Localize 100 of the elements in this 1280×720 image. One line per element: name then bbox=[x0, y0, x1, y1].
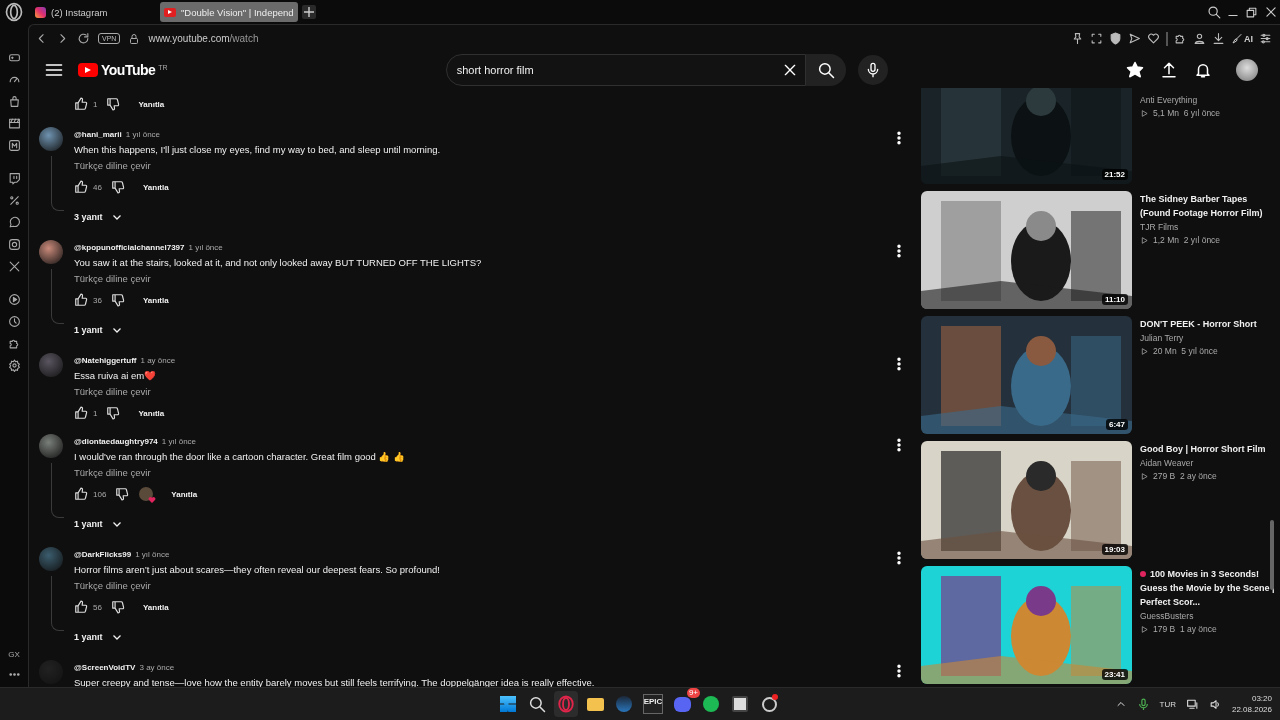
comment-time[interactable]: 1 yıl önce bbox=[125, 129, 161, 139]
epic-games-icon[interactable]: EPIC bbox=[643, 694, 663, 714]
comment-time[interactable]: 1 ay önce bbox=[140, 355, 176, 365]
reload-icon[interactable] bbox=[77, 32, 90, 45]
account-icon[interactable] bbox=[1193, 32, 1206, 45]
replies-toggle[interactable]: 1 yanıt bbox=[74, 508, 123, 540]
clock[interactable]: 03:20 22.08.2026 bbox=[1231, 693, 1272, 715]
comment-author[interactable]: @kpopunofficialchannel7397 bbox=[74, 242, 185, 252]
video-title[interactable]: DON'T PEEK - Horror Short bbox=[1140, 317, 1275, 331]
letter-m-icon[interactable] bbox=[7, 139, 21, 152]
percent-icon[interactable] bbox=[7, 194, 21, 207]
dislike-icon[interactable] bbox=[110, 180, 125, 194]
dislike-icon[interactable] bbox=[110, 293, 125, 307]
translate-link[interactable]: Türkçe diline çevir bbox=[74, 465, 151, 480]
replies-toggle[interactable]: 1 yanıt bbox=[74, 314, 123, 346]
bag-icon[interactable] bbox=[7, 95, 21, 108]
video-title[interactable]: Good Boy | Horror Short Film bbox=[1140, 442, 1275, 456]
reply-button[interactable]: Yanıtla bbox=[138, 179, 173, 195]
new-tab-button[interactable] bbox=[301, 5, 316, 19]
dislike-icon[interactable] bbox=[115, 487, 130, 501]
clock-icon[interactable] bbox=[7, 315, 21, 328]
avatar[interactable] bbox=[1236, 59, 1258, 81]
network-icon[interactable] bbox=[1185, 697, 1199, 711]
video-thumbnail[interactable]: 21:52 bbox=[921, 88, 1132, 184]
scrollbar[interactable] bbox=[1270, 520, 1274, 590]
channel-name[interactable]: Anti Everything bbox=[1140, 94, 1275, 107]
puzzle-icon[interactable] bbox=[7, 337, 21, 350]
chat-icon[interactable] bbox=[7, 172, 21, 185]
search-field[interactable]: short horror film bbox=[445, 54, 806, 86]
volume-icon[interactable] bbox=[1208, 697, 1222, 711]
like-icon[interactable] bbox=[74, 293, 88, 307]
shield-icon[interactable] bbox=[1109, 32, 1122, 45]
restore-icon[interactable] bbox=[1245, 5, 1258, 19]
create-icon[interactable] bbox=[1126, 61, 1144, 79]
comment-time[interactable]: 1 yıl önce bbox=[161, 436, 197, 446]
browser-tab[interactable]: "Double Vision" | Independ bbox=[160, 2, 298, 22]
speech-bubble-icon[interactable] bbox=[7, 216, 21, 229]
settings-icon[interactable] bbox=[7, 359, 21, 372]
translate-link[interactable]: Türkçe diline çevir bbox=[74, 578, 151, 593]
close-icon[interactable] bbox=[1263, 5, 1278, 19]
comment-author[interactable]: @diontaedaughtry974 bbox=[74, 436, 158, 446]
video-title[interactable]: The Sidney Barber Tapes (Found Footage Horror Film) bbox=[1140, 192, 1275, 220]
x-icon[interactable] bbox=[7, 260, 21, 273]
bell-icon[interactable] bbox=[1194, 61, 1212, 79]
comment-author[interactable]: @Natehiggertuff bbox=[74, 355, 137, 365]
replies-toggle[interactable]: 1 yanıt bbox=[74, 621, 123, 653]
search-icon[interactable] bbox=[528, 695, 546, 713]
translate-link[interactable]: Türkçe diline çevir bbox=[74, 158, 151, 173]
channel-name[interactable]: Julian Terry bbox=[1140, 332, 1275, 345]
mic-icon[interactable] bbox=[1136, 697, 1150, 711]
channel-name[interactable]: Aidan Weaver bbox=[1140, 457, 1275, 470]
download-icon[interactable] bbox=[1212, 32, 1225, 45]
camera-icon[interactable] bbox=[7, 238, 21, 251]
voice-search-button[interactable] bbox=[857, 55, 888, 85]
reply-button[interactable]: Yanıtla bbox=[167, 486, 202, 502]
browser-tab[interactable]: (2) Instagram bbox=[31, 2, 157, 22]
comment-time[interactable]: 1 yıl önce bbox=[188, 242, 223, 252]
gamepad-icon[interactable] bbox=[7, 51, 21, 64]
search-icon[interactable] bbox=[1206, 5, 1221, 19]
like-icon[interactable] bbox=[74, 487, 88, 501]
pin-icon[interactable] bbox=[1071, 32, 1084, 45]
channel-name[interactable]: GuessBusters bbox=[1140, 610, 1275, 623]
youtube-logo[interactable]: YouTube $^{TR}$ bbox=[78, 62, 168, 78]
like-icon[interactable] bbox=[74, 180, 88, 194]
comment-time[interactable]: 1 yıl önce bbox=[135, 549, 170, 559]
dislike-icon[interactable] bbox=[106, 97, 121, 111]
snapshot-icon[interactable] bbox=[1090, 32, 1103, 45]
video-thumbnail[interactable]: 6:47 bbox=[921, 316, 1132, 434]
reply-button[interactable]: Yanıtla bbox=[134, 96, 169, 112]
translate-link[interactable]: Türkçe diline çevir bbox=[74, 384, 151, 399]
play-icon[interactable] bbox=[7, 293, 21, 306]
avatar[interactable] bbox=[39, 240, 63, 264]
reply-button[interactable]: Yanıtla bbox=[138, 292, 173, 308]
like-icon[interactable] bbox=[74, 97, 88, 111]
heart-icon[interactable] bbox=[1147, 32, 1160, 45]
comment-author[interactable]: @DarkFlicks99 bbox=[74, 549, 132, 559]
reply-button[interactable]: Yanıtla bbox=[134, 405, 169, 421]
extensions-icon[interactable] bbox=[1174, 32, 1187, 45]
channel-name[interactable]: TJR Films bbox=[1140, 221, 1275, 234]
replies-toggle[interactable]: 3 yanıt bbox=[74, 201, 123, 233]
video-thumbnail[interactable]: 11:10 bbox=[921, 191, 1132, 309]
reply-button[interactable]: Yanıtla bbox=[138, 599, 173, 615]
film-icon[interactable] bbox=[7, 117, 21, 130]
language-indicator[interactable]: TUR bbox=[1159, 699, 1176, 709]
ai-button[interactable]: AI bbox=[1231, 32, 1253, 45]
comment-time[interactable]: 3 ay önce bbox=[139, 662, 175, 672]
opera-logo-icon[interactable] bbox=[4, 2, 24, 22]
address-field[interactable]: www.youtube.com/watch bbox=[148, 33, 259, 44]
like-icon[interactable] bbox=[74, 600, 88, 614]
dislike-icon[interactable] bbox=[110, 600, 125, 614]
video-thumbnail[interactable]: 19:03 bbox=[921, 441, 1132, 559]
translate-link[interactable]: Türkçe diline çevir bbox=[74, 271, 151, 286]
opera-app-icon[interactable] bbox=[554, 691, 578, 717]
comment-author[interactable]: @hani_marii bbox=[74, 129, 122, 139]
comment-author[interactable]: @ScreenVoidTV bbox=[74, 662, 136, 672]
dislike-icon[interactable] bbox=[106, 406, 121, 420]
video-thumbnail[interactable]: 23:41 bbox=[921, 566, 1132, 684]
search-button[interactable] bbox=[805, 54, 846, 86]
upload-icon[interactable] bbox=[1160, 61, 1178, 79]
menu-icon[interactable] bbox=[1259, 32, 1272, 45]
